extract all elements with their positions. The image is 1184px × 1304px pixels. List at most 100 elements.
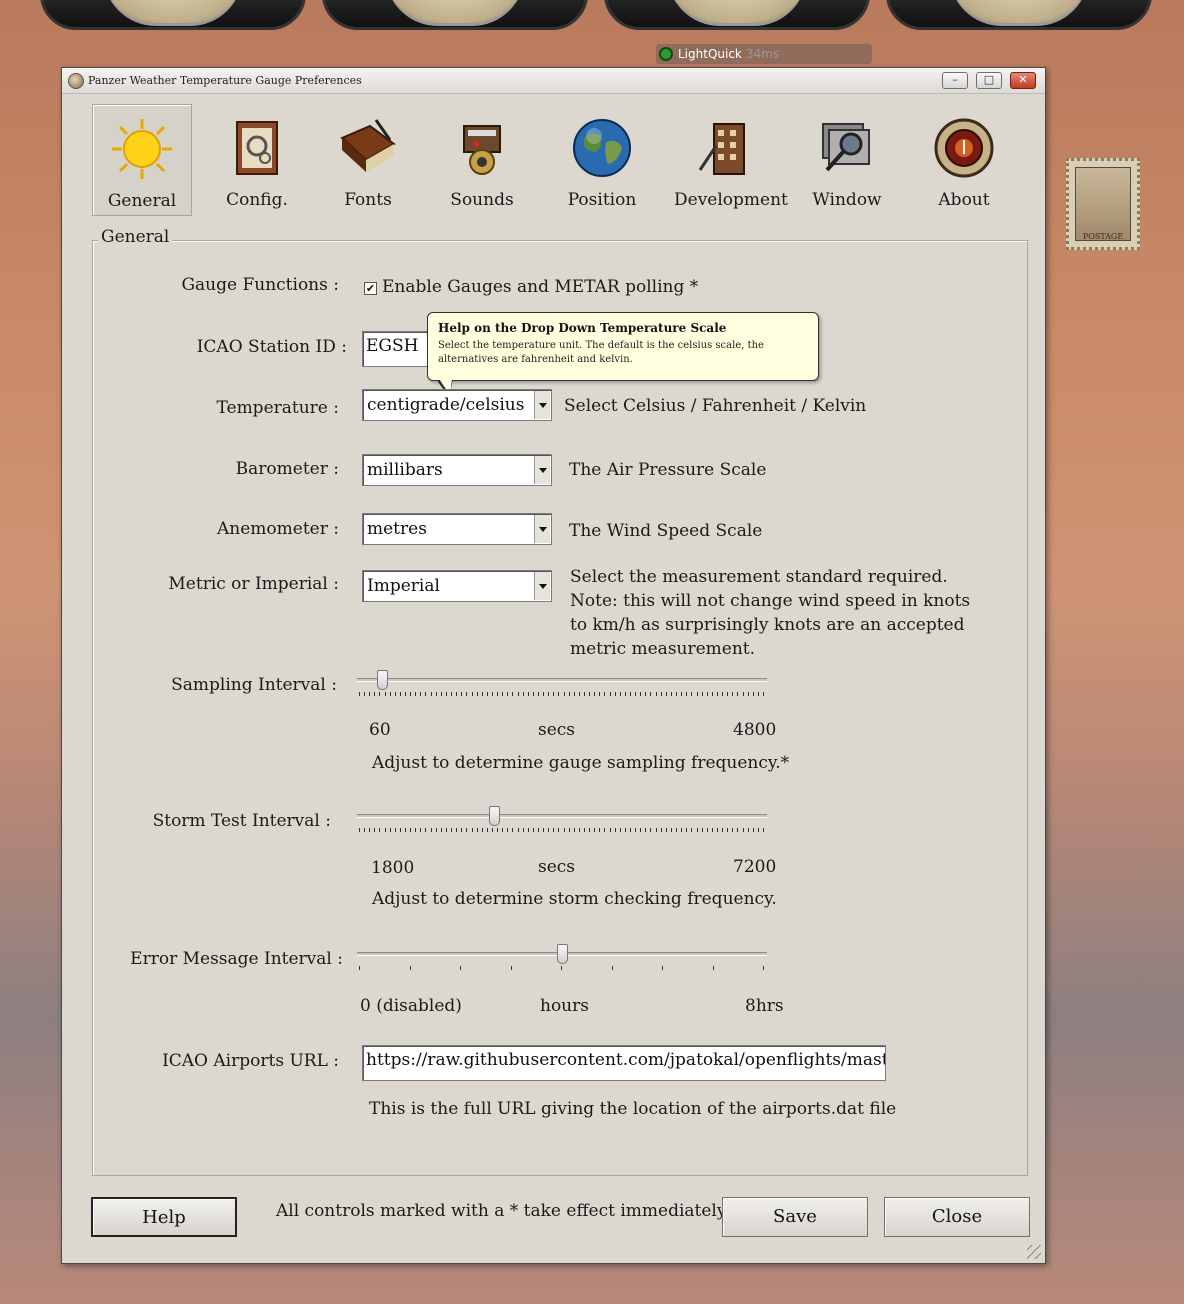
chevron-down-icon[interactable] <box>534 515 550 543</box>
help-button[interactable]: Help <box>91 1197 237 1237</box>
slider-tick <box>665 692 667 696</box>
airports-url-hint: This is the full URL giving the location… <box>369 1099 897 1119</box>
metric-hint-line: to km/h as surprisingly knots are an acc… <box>570 615 965 635</box>
slider-thumb[interactable] <box>556 944 568 964</box>
slider-tick <box>451 828 453 832</box>
tab-label: Development <box>674 190 788 210</box>
slider-tick <box>573 828 575 832</box>
slider-tick <box>522 828 524 832</box>
title-bar[interactable]: Panzer Weather Temperature Gauge Prefere… <box>62 68 1045 94</box>
slider-tick <box>701 828 703 832</box>
tab-config[interactable]: Config. <box>207 104 307 216</box>
slider-track <box>357 814 767 818</box>
slider-tick <box>604 828 606 832</box>
slider-track <box>357 678 767 682</box>
slider-tick <box>502 828 504 832</box>
tab-about[interactable]: About <box>914 104 1014 216</box>
chevron-down-icon[interactable] <box>534 456 550 484</box>
tab-sounds[interactable]: Sounds <box>432 104 532 216</box>
close-window-button[interactable]: ✕ <box>1010 72 1036 89</box>
storm-unit: secs <box>538 857 576 877</box>
slider-tick <box>486 828 488 832</box>
chevron-down-icon[interactable] <box>534 572 550 600</box>
slider-tick <box>537 828 539 832</box>
tab-general[interactable]: General <box>92 104 192 216</box>
desktop-gauge[interactable] <box>322 0 588 30</box>
error-unit: hours <box>540 996 589 1016</box>
slider-tick <box>650 828 652 832</box>
postage-stamp-widget[interactable]: POSTAGE <box>1066 158 1140 250</box>
slider-tick <box>573 692 575 696</box>
desktop-gauge[interactable] <box>40 0 306 30</box>
slider-tick <box>630 692 632 696</box>
icao-station-label: ICAO Station ID : <box>196 337 347 357</box>
slider-tick <box>532 828 534 832</box>
slider-tick <box>558 692 560 696</box>
desktop-gauge[interactable] <box>604 0 870 30</box>
tab-window[interactable]: Window <box>797 104 897 216</box>
resize-grip-icon[interactable] <box>1027 1245 1041 1259</box>
tab-fonts[interactable]: Fonts <box>318 104 418 216</box>
temperature-value: centigrade/celsius <box>367 395 525 415</box>
chevron-down-icon[interactable] <box>534 391 550 419</box>
slider-tick <box>711 828 713 832</box>
slider-tick <box>517 828 519 832</box>
anemometer-value: metres <box>367 519 427 539</box>
speaker-machine-icon <box>463 125 501 175</box>
slider-tick <box>706 828 708 832</box>
slider-thumb[interactable] <box>376 670 388 690</box>
slider-tick <box>548 828 550 832</box>
slider-tick <box>696 692 698 696</box>
metric-hint-line: Select the measurement standard required… <box>570 567 948 587</box>
footer-note: All controls marked with a * take effect… <box>276 1201 730 1221</box>
slider-tick <box>394 692 396 696</box>
brass-gauge-icon <box>934 118 994 178</box>
slider-tick <box>440 828 442 832</box>
globe-icon <box>573 119 631 177</box>
slider-tick <box>359 966 360 970</box>
anemometer-dropdown[interactable]: metres <box>362 513 552 545</box>
enable-gauges-label[interactable]: Enable Gauges and METAR polling * <box>382 277 698 297</box>
slider-tick <box>537 692 539 696</box>
lightquick-indicator[interactable]: LightQuick 34ms <box>656 44 872 64</box>
slider-tick <box>440 692 442 696</box>
slider-tick <box>614 692 616 696</box>
tab-development[interactable]: Development <box>674 104 788 216</box>
tab-label: About <box>938 190 990 210</box>
slider-tick <box>696 828 698 832</box>
sampling-interval-slider[interactable] <box>357 670 767 700</box>
desktop-gauge[interactable] <box>886 0 1152 30</box>
preferences-window: Panzer Weather Temperature Gauge Prefere… <box>61 67 1046 1264</box>
enable-gauges-checkbox[interactable]: ✔ <box>364 282 377 295</box>
tab-position[interactable]: Position <box>552 104 652 216</box>
minimize-button[interactable]: – <box>942 72 968 89</box>
anemometer-label: Anemometer : <box>217 519 339 539</box>
anemometer-hint: The Wind Speed Scale <box>569 521 763 541</box>
metric-imperial-dropdown[interactable]: Imperial <box>362 570 552 602</box>
slider-tick <box>578 692 580 696</box>
barometer-value: millibars <box>367 460 443 480</box>
sampling-max: 4800 <box>733 720 777 740</box>
stamp-image <box>1075 167 1131 241</box>
temperature-dropdown[interactable]: centigrade/celsius <box>362 389 552 421</box>
slider-tick <box>611 966 613 970</box>
slider-tick <box>662 966 663 970</box>
maximize-button[interactable]: □ <box>976 72 1002 89</box>
slider-tick <box>624 692 626 696</box>
error-interval-slider[interactable] <box>357 944 767 974</box>
barometer-dropdown[interactable]: millibars <box>362 454 552 486</box>
airports-url-input[interactable]: https://raw.githubusercontent.com/jpatok… <box>362 1045 886 1081</box>
slider-thumb[interactable] <box>488 806 500 826</box>
tooltip-body: Select the temperature unit. The default… <box>438 340 764 365</box>
tab-label: Window <box>812 190 882 210</box>
slider-tick <box>379 828 381 832</box>
slider-tick <box>722 692 724 696</box>
slider-tick <box>747 692 749 696</box>
lightquick-name: LightQuick <box>678 47 742 61</box>
close-button[interactable]: Close <box>884 1197 1030 1237</box>
save-button[interactable]: Save <box>722 1197 868 1237</box>
slider-tick <box>624 828 626 832</box>
storm-interval-slider[interactable] <box>357 806 767 836</box>
slider-tick <box>614 828 616 832</box>
tab-label: Sounds <box>450 190 514 210</box>
